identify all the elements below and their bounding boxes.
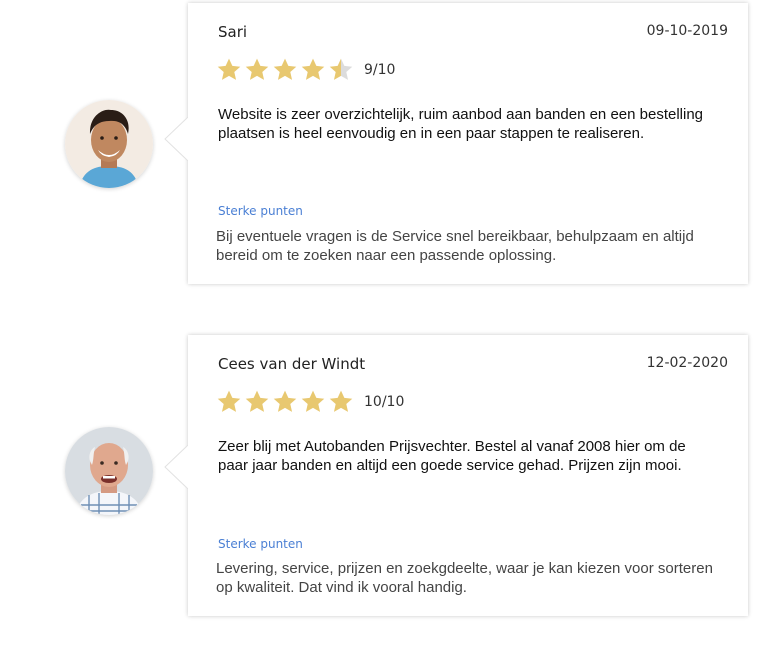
review-card: Cees van der Windt 12-02-2020 10/10 Zeer… [164,335,748,616]
star-icon [217,390,241,412]
strong-points-text: Levering, service, prijzen en zoekgdeelt… [216,560,713,596]
reviewer-name: Sari [218,23,248,41]
rating: 9/10 [216,57,395,83]
strong-points-text: Bij eventuele vragen is de Service snel … [216,228,694,264]
star-rating [216,389,354,415]
rating-score: 9/10 [364,62,396,78]
strong-points-label: Sterke punten [218,537,303,551]
star-icon [245,58,269,80]
review-card: Sari 09-10-2019 9/10 Website is zeer ove… [164,3,748,284]
review-date: 09-10-2019 [646,23,728,39]
star-icon [273,58,297,80]
reviewer-name: Cees van der Windt [218,355,366,373]
star-icon [329,390,353,412]
strong-points-label: Sterke punten [218,204,303,218]
review-text: Website is zeer overzichtelijk, ruim aan… [218,106,704,142]
star-icon [245,390,269,412]
star-icon [273,390,297,412]
speech-pointer [164,444,188,490]
reviewer-avatar [65,427,153,515]
reviewer-avatar [65,100,153,188]
star-icon [301,390,325,412]
older-man-avatar-icon [65,427,153,515]
star-rating [216,57,354,83]
star-icon [329,58,353,80]
young-man-avatar-icon [65,100,153,188]
review-text: Zeer blij met Autobanden Prijsvechter. B… [218,438,686,474]
star-icon [217,58,241,80]
rating-score: 10/10 [364,394,405,410]
speech-pointer [164,116,188,162]
star-icon [301,58,325,80]
rating: 10/10 [216,389,404,415]
review-date: 12-02-2020 [646,355,728,371]
